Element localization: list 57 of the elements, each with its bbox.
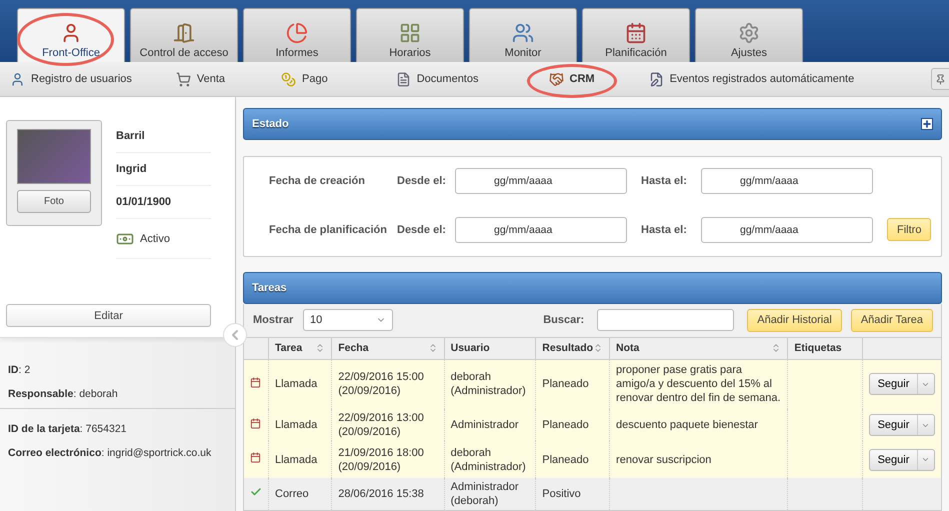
profile-field: Ingrid — [116, 153, 211, 186]
filter-button[interactable]: Filtro — [887, 218, 932, 242]
nav-tab[interactable]: Ajustes — [695, 8, 803, 62]
to-label: Hasta el: — [641, 174, 688, 188]
follow-split-button[interactable]: Seguir — [868, 373, 935, 396]
filter-label: Fecha de creación — [269, 174, 366, 188]
nav-tab[interactable]: Horarios — [356, 8, 464, 62]
filter-label: Fecha de planificación — [269, 222, 388, 237]
follow-button[interactable]: Seguir — [870, 450, 918, 470]
subnav-item[interactable]: Documentos — [394, 72, 504, 86]
table-cell: Positivo — [536, 478, 610, 510]
from-label: Desde el: — [397, 174, 447, 188]
table-cell: 28/06/2016 15:38 — [332, 478, 444, 510]
show-label: Mostrar — [253, 313, 294, 328]
column-header[interactable]: Nota — [610, 337, 788, 359]
detail-text: ID de la tarjeta: 7654321 — [8, 423, 128, 435]
add-button[interactable]: Añadir Historial — [747, 308, 842, 332]
panel-title: Estado — [252, 118, 289, 130]
subnav-item[interactable]: CRM — [546, 72, 621, 86]
follow-button[interactable]: Seguir — [870, 415, 918, 435]
nav-tab[interactable]: Monitor — [469, 8, 577, 62]
search-label: Buscar: — [543, 313, 586, 328]
column-header: Usuario — [444, 337, 536, 359]
profile-field: 01/01/1900 — [116, 186, 211, 219]
panel-title: Tareas — [252, 282, 287, 294]
detail-text: Responsable: deborah — [8, 388, 119, 400]
edit-button[interactable]: Editar — [6, 304, 211, 327]
follow-split-button[interactable]: Seguir — [868, 448, 935, 470]
add-button[interactable]: Añadir Tarea — [850, 308, 933, 332]
subnav-item[interactable]: Pago — [279, 72, 354, 86]
from-label: Desde el: — [397, 222, 447, 237]
column-header[interactable]: Fecha — [332, 337, 444, 359]
photo-button[interactable]: Foto — [17, 190, 91, 213]
date-field[interactable]: gg/mm/aaaa — [701, 216, 873, 243]
column-header: Etiquetas — [788, 337, 862, 359]
column-header[interactable]: Resultado — [536, 337, 610, 359]
detail-text: Correo electrónico: ingrid@sportrick.co.uk — [8, 447, 212, 459]
detail-text: ID: 2 — [8, 364, 32, 376]
table-cell: Correo — [268, 478, 332, 510]
subnav-item[interactable]: Registro de usuarios — [8, 72, 158, 86]
profile-field: Barril — [116, 120, 211, 153]
nav-tab[interactable]: Control de acceso — [130, 8, 238, 62]
page-size-select[interactable]: 10 — [303, 309, 393, 332]
nav-tab[interactable]: Front-Office — [17, 8, 125, 62]
nav-tab[interactable]: Informes — [243, 8, 351, 62]
follow-button[interactable]: Seguir — [870, 374, 918, 394]
subnav-item[interactable]: Venta — [174, 72, 252, 86]
follow-split-button[interactable]: Seguir — [868, 414, 935, 436]
status-text: Activo — [140, 232, 170, 244]
subnav-item[interactable]: Eventos registrados automáticamente — [646, 72, 880, 86]
to-label: Hasta el: — [641, 222, 688, 237]
column-header[interactable]: Tarea — [268, 337, 332, 359]
nav-tab[interactable]: Planificación — [582, 8, 690, 62]
date-field[interactable]: gg/mm/aaaa — [701, 168, 873, 194]
date-field[interactable]: gg/mm/aaaa — [455, 216, 627, 243]
date-field[interactable]: gg/mm/aaaa — [455, 168, 627, 194]
table-cell: Administrador (deborah) — [444, 478, 536, 510]
